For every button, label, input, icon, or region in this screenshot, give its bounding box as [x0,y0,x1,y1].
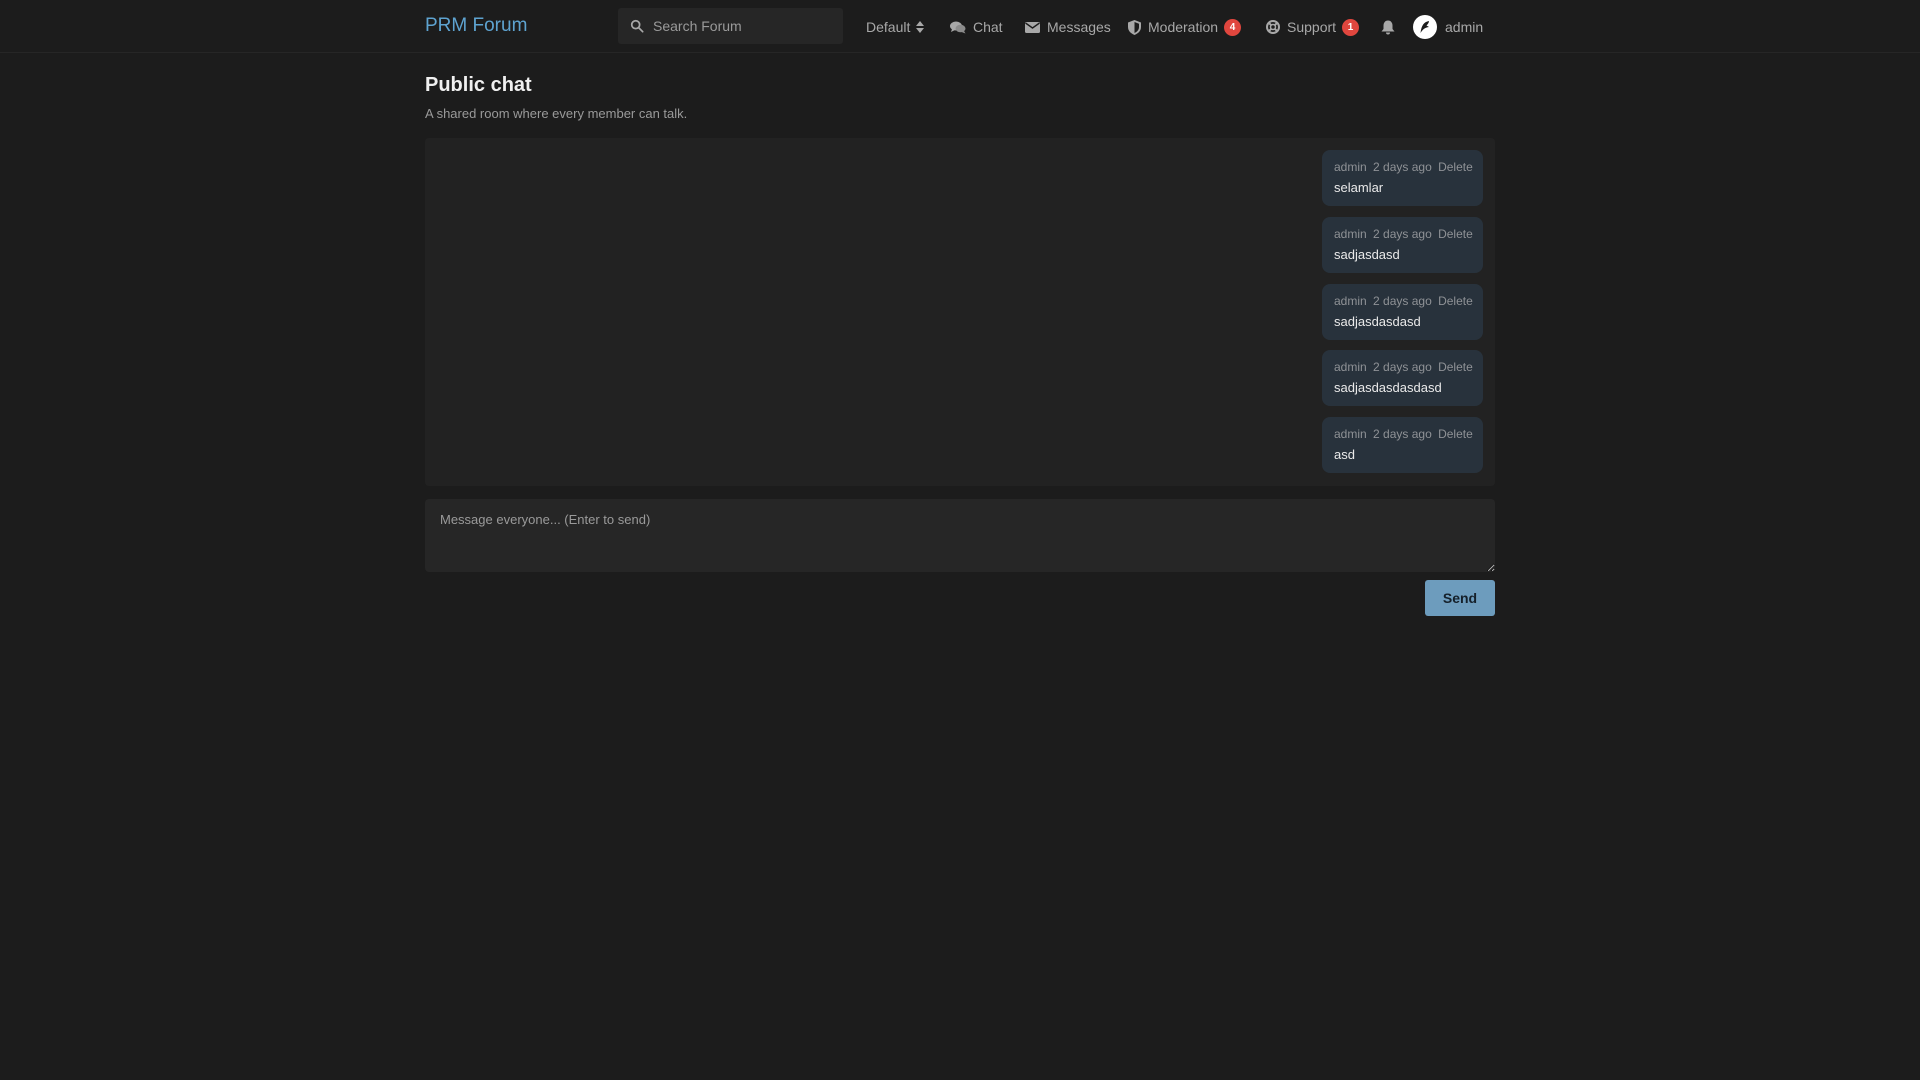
user-menu[interactable]: admin [1413,15,1483,39]
user-name: admin [1445,19,1484,35]
chat-message: admin 2 days ago Delete sadjasdasdasdasd [1322,350,1483,406]
send-button[interactable]: Send [1425,580,1495,616]
message-composer-input[interactable] [425,499,1495,572]
search-input[interactable] [653,18,833,34]
moderation-count-badge: 4 [1224,18,1242,36]
nav-messages[interactable]: Messages [1025,17,1111,37]
theme-selector[interactable]: Default [866,17,925,37]
message-text: sadjasdasdasdasd [1334,380,1442,395]
message-author: admin [1334,294,1367,308]
message-text: sadjasdasdasd [1334,314,1421,329]
chat-message: admin 2 days ago Delete sadjasdasd [1322,217,1483,273]
delete-message-button[interactable]: Delete [1438,360,1473,374]
message-text: sadjasdasd [1334,247,1400,262]
avatar [1413,15,1437,39]
delete-message-button[interactable]: Delete [1438,227,1473,241]
chat-message: admin 2 days ago Delete sadjasdasdasd [1322,284,1483,340]
message-meta: admin 2 days ago Delete [1334,294,1483,308]
nav-moderation-label: Moderation [1148,19,1219,35]
message-time: 2 days ago [1373,294,1432,308]
message-time: 2 days ago [1373,160,1432,174]
message-meta: admin 2 days ago Delete [1334,427,1483,441]
shield-icon [1128,19,1141,35]
nav-chat[interactable]: Chat [950,17,1003,37]
message-author: admin [1334,227,1367,241]
nav-support[interactable]: Support 1 [1266,17,1360,37]
message-time: 2 days ago [1373,427,1432,441]
page-title: Public chat [425,74,532,96]
notifications-button[interactable] [1381,17,1395,37]
message-meta: admin 2 days ago Delete [1334,360,1483,374]
sort-icon [916,21,925,33]
nav-moderation[interactable]: Moderation 4 [1128,17,1242,37]
chat-message: admin 2 days ago Delete asd [1322,417,1483,473]
message-author: admin [1334,427,1367,441]
message-meta: admin 2 days ago Delete [1334,160,1483,174]
delete-message-button[interactable]: Delete [1438,294,1473,308]
user-avatar-icon [1420,21,1429,33]
search-icon [630,19,644,33]
forum-brand-link[interactable]: PRM Forum [425,15,527,37]
message-author: admin [1334,360,1367,374]
delete-message-button[interactable]: Delete [1438,427,1473,441]
comments-icon [950,21,966,33]
bell-icon [1381,20,1395,34]
message-time: 2 days ago [1373,360,1432,374]
nav-support-label: Support [1287,19,1337,35]
top-navbar: PRM Forum Default Chat Messages [0,0,1920,53]
message-author: admin [1334,160,1367,174]
nav-messages-label: Messages [1047,19,1111,35]
nav-chat-label: Chat [973,19,1003,35]
delete-message-button[interactable]: Delete [1438,160,1473,174]
page-subtitle: A shared room where every member can tal… [425,106,688,121]
message-text: selamlar [1334,180,1384,195]
theme-label: Default [866,19,911,35]
chat-message: admin 2 days ago Delete selamlar [1322,150,1483,206]
message-time: 2 days ago [1373,227,1432,241]
chat-message-list[interactable]: admin 2 days ago Delete selamlar admin 2… [425,138,1495,486]
life-ring-icon [1266,20,1280,34]
message-text: asd [1334,447,1355,462]
envelope-icon [1025,21,1040,33]
support-count-badge: 1 [1342,18,1360,36]
message-meta: admin 2 days ago Delete [1334,227,1483,241]
search-box[interactable] [618,8,843,44]
